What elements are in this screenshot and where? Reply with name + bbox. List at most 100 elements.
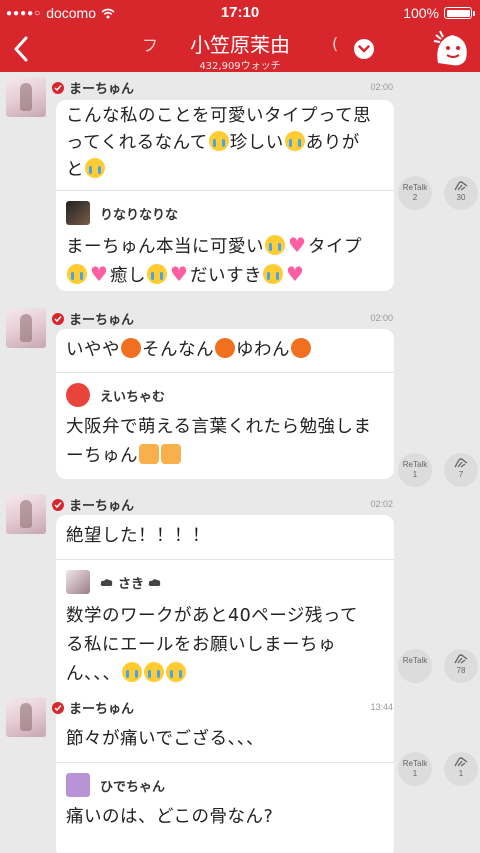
loudly-crying-face-icon bbox=[263, 264, 283, 284]
angry-face-icon bbox=[215, 338, 235, 358]
post-actions: ReTalk 78 bbox=[398, 649, 478, 683]
loudly-crying-face-icon bbox=[165, 662, 186, 682]
retalk-label: ReTalk bbox=[402, 460, 428, 469]
talk-post: まーちゅん 13:44 節々が痛いでござる、、、 ひでちゃん 痛いのは、どこの骨… bbox=[0, 692, 480, 853]
reply-block[interactable]: ひでちゃん 痛いのは、どこの骨なん? bbox=[56, 762, 394, 853]
like-count: 7 bbox=[458, 470, 464, 479]
reply-avatar bbox=[66, 383, 90, 407]
talk-post: まーちゅん 02:00 こんな私のことを可愛いタイプって思 ってくれるなんて 珍し… bbox=[0, 72, 480, 302]
message-bubble[interactable]: こんな私のことを可愛いタイプって思 ってくれるなんて 珍しい ありが と りなりなり… bbox=[56, 100, 394, 291]
retalk-count: 2 bbox=[412, 193, 418, 202]
message-line: ゆわん bbox=[236, 340, 290, 360]
retalk-label: ReTalk bbox=[402, 183, 428, 192]
retalk-label: ReTalk bbox=[402, 656, 428, 665]
heart-icon bbox=[89, 260, 109, 289]
avatar[interactable] bbox=[6, 308, 46, 348]
author-row: まーちゅん bbox=[52, 495, 134, 514]
reply-line: 痛いのは、どこの骨なん? bbox=[66, 807, 274, 827]
post-time: 13:44 bbox=[370, 702, 393, 712]
retalk-button[interactable]: ReTalk 1 bbox=[398, 752, 432, 786]
reply-line: ーちゅん bbox=[66, 446, 138, 466]
mascot-icon[interactable] bbox=[432, 29, 472, 69]
author-row: まーちゅん bbox=[52, 309, 134, 328]
reply-author: さき bbox=[100, 573, 162, 592]
reply-line: まーちゅん本当に可愛い bbox=[66, 237, 264, 257]
raising-hand-icon bbox=[161, 444, 181, 464]
retalk-button[interactable]: ReTalk bbox=[398, 649, 432, 683]
watch-count: 432,909ウォッチ bbox=[199, 61, 281, 72]
avatar[interactable] bbox=[6, 77, 46, 117]
author-name: まーちゅん bbox=[69, 499, 135, 514]
loudly-crying-face-icon bbox=[67, 264, 87, 284]
angry-face-icon bbox=[121, 338, 141, 358]
reply-author: えいちゃむ bbox=[100, 389, 166, 405]
message-line: そんなん bbox=[142, 340, 214, 360]
post-time: 02:02 bbox=[370, 499, 393, 509]
message-line: ありが bbox=[305, 133, 360, 153]
title-fragment-right: ( bbox=[332, 34, 339, 53]
reply-line: 癒し bbox=[110, 266, 146, 286]
like-button[interactable]: 7 bbox=[444, 453, 478, 487]
message-line: いやや bbox=[66, 340, 120, 360]
like-hand-icon bbox=[454, 181, 468, 191]
reply-block[interactable]: えいちゃむ 大阪弁で萌える言葉くれたら勉強しま ーちゅん bbox=[56, 372, 394, 479]
cloud-icon bbox=[148, 578, 161, 586]
loudly-crying-face-icon bbox=[143, 662, 164, 682]
reply-author-name: さき bbox=[118, 576, 145, 592]
crying-face-icon bbox=[284, 131, 305, 151]
retalk-count: 1 bbox=[412, 470, 418, 479]
loudly-crying-face-icon bbox=[121, 662, 142, 682]
post-time: 02:00 bbox=[370, 313, 393, 323]
battery-percent: 100% bbox=[403, 5, 439, 21]
cloud-icon bbox=[100, 578, 113, 586]
post-actions: ReTalk 1 7 bbox=[398, 453, 478, 487]
page-title: 小笠原茉由 bbox=[190, 33, 290, 57]
like-count: 30 bbox=[456, 193, 466, 202]
like-count: 1 bbox=[458, 769, 464, 778]
post-time: 02:00 bbox=[370, 82, 393, 92]
dropdown-button[interactable] bbox=[354, 39, 374, 59]
like-count: 78 bbox=[456, 666, 466, 675]
message-line: こんな私のことを可愛いタイプって思 bbox=[66, 106, 372, 126]
author-name: まーちゅん bbox=[69, 82, 135, 97]
reply-line: ん、、、 bbox=[66, 664, 121, 684]
status-bar: ●●●●○ docomo 17:10 100% bbox=[0, 0, 480, 26]
message-line: ってくれるなんて bbox=[66, 133, 208, 153]
angry-face-icon bbox=[291, 338, 311, 358]
message-bubble[interactable]: いやや そんなん ゆわん えいちゃむ 大阪弁で萌える言葉くれたら勉強しま ーちゅん bbox=[56, 329, 394, 479]
heart-icon bbox=[169, 260, 189, 289]
retalk-label: ReTalk bbox=[402, 759, 428, 768]
raising-hand-icon bbox=[139, 444, 159, 464]
author-row: まーちゅん bbox=[52, 78, 134, 97]
heart-icon bbox=[285, 260, 305, 289]
reply-block[interactable]: りなりなりな まーちゅん本当に可愛い タイプ 癒し だいすき bbox=[56, 190, 394, 291]
post-actions: ReTalk 1 1 bbox=[398, 752, 478, 786]
talk-post: まーちゅん 02:00 いやや そんなん ゆわん えいちゃむ 大阪弁で萌える言葉くれ… bbox=[0, 303, 480, 491]
reply-line: タイプ bbox=[308, 237, 362, 257]
loudly-crying-face-icon bbox=[147, 264, 167, 284]
post-actions: ReTalk 2 30 bbox=[398, 176, 478, 210]
reply-avatar bbox=[66, 570, 90, 594]
message-line: 珍しい bbox=[229, 133, 284, 153]
reply-line: だいすき bbox=[190, 266, 262, 286]
message-bubble[interactable]: 節々が痛いでござる、、、 ひでちゃん 痛いのは、どこの骨なん? bbox=[56, 718, 394, 853]
like-button[interactable]: 1 bbox=[444, 752, 478, 786]
avatar[interactable] bbox=[6, 697, 46, 737]
author-name: まーちゅん bbox=[69, 702, 135, 717]
retalk-button[interactable]: ReTalk 1 bbox=[398, 453, 432, 487]
reply-author: ひでちゃん bbox=[100, 779, 166, 795]
reply-author: りなりなりな bbox=[100, 207, 179, 223]
avatar[interactable] bbox=[6, 494, 46, 534]
author-row: まーちゅん bbox=[52, 698, 134, 717]
crying-face-icon bbox=[208, 131, 229, 151]
like-button[interactable]: 78 bbox=[444, 649, 478, 683]
crying-face-icon bbox=[85, 158, 105, 178]
like-hand-icon bbox=[454, 458, 468, 468]
like-hand-icon bbox=[454, 654, 468, 664]
chevron-down-icon bbox=[358, 45, 370, 53]
retalk-button[interactable]: ReTalk 2 bbox=[398, 176, 432, 210]
loudly-crying-face-icon bbox=[265, 235, 285, 255]
like-button[interactable]: 30 bbox=[444, 176, 478, 210]
talk-feed[interactable]: まーちゅん 02:00 こんな私のことを可愛いタイプって思 ってくれるなんて 珍し… bbox=[0, 72, 480, 853]
message-line: 節々が痛いでござる、、、 bbox=[66, 729, 264, 749]
